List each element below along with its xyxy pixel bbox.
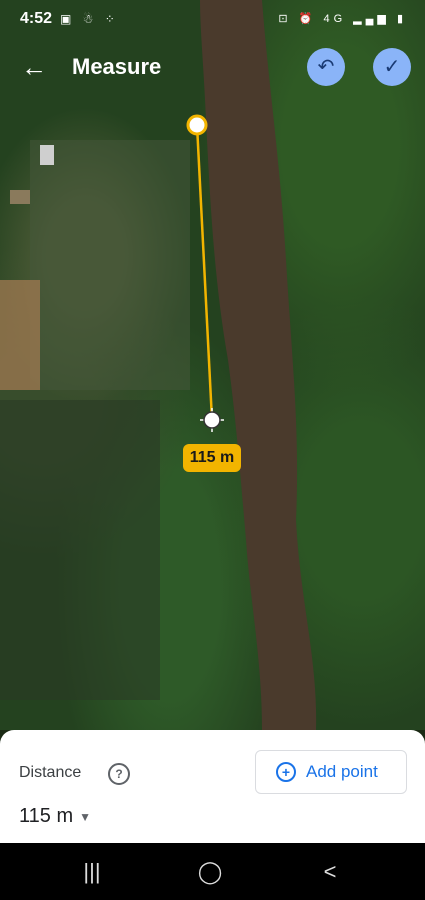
- system-status-icons: ⊡ ⏰ 4G ▂▄▆ ▮: [278, 13, 407, 25]
- distance-map-label: 115 m: [183, 444, 241, 472]
- add-point-button[interactable]: + Add point: [255, 750, 407, 794]
- back-arrow-icon[interactable]: ←: [18, 52, 50, 84]
- notification-icons: ▣ ☃ ⁘: [60, 12, 119, 26]
- distance-value: 115 m: [19, 805, 74, 827]
- app-bar: ← Measure ↶ ✓: [0, 42, 425, 94]
- checkmark-icon: ✓: [383, 56, 401, 78]
- help-icon[interactable]: ?: [108, 763, 130, 785]
- done-button[interactable]: ✓: [373, 48, 411, 86]
- home-button[interactable]: ◯: [180, 843, 240, 900]
- distance-title: Distance: [19, 764, 82, 781]
- measure-panel: Distance ? 115 m ▼ + Add point: [0, 730, 425, 843]
- page-title: Measure: [72, 54, 162, 79]
- add-point-label: Add point: [306, 762, 378, 781]
- distance-unit-dropdown[interactable]: 115 m ▼: [19, 805, 91, 828]
- status-bar: 4:52 ▣ ☃ ⁘ ⊡ ⏰ 4G ▂▄▆ ▮: [0, 0, 425, 38]
- recents-button[interactable]: |||: [62, 843, 122, 900]
- undo-button[interactable]: ↶: [307, 48, 345, 86]
- end-point-crosshair[interactable]: [0, 0, 425, 730]
- dropdown-arrow-icon: ▼: [79, 809, 91, 824]
- status-time: 4:52: [20, 10, 53, 27]
- back-button[interactable]: <: [300, 843, 360, 900]
- add-circle-icon: +: [276, 762, 296, 782]
- undo-icon: ↶: [317, 56, 335, 78]
- satellite-map[interactable]: 115 m: [0, 0, 425, 730]
- system-nav-bar: ||| ◯ <: [0, 843, 425, 900]
